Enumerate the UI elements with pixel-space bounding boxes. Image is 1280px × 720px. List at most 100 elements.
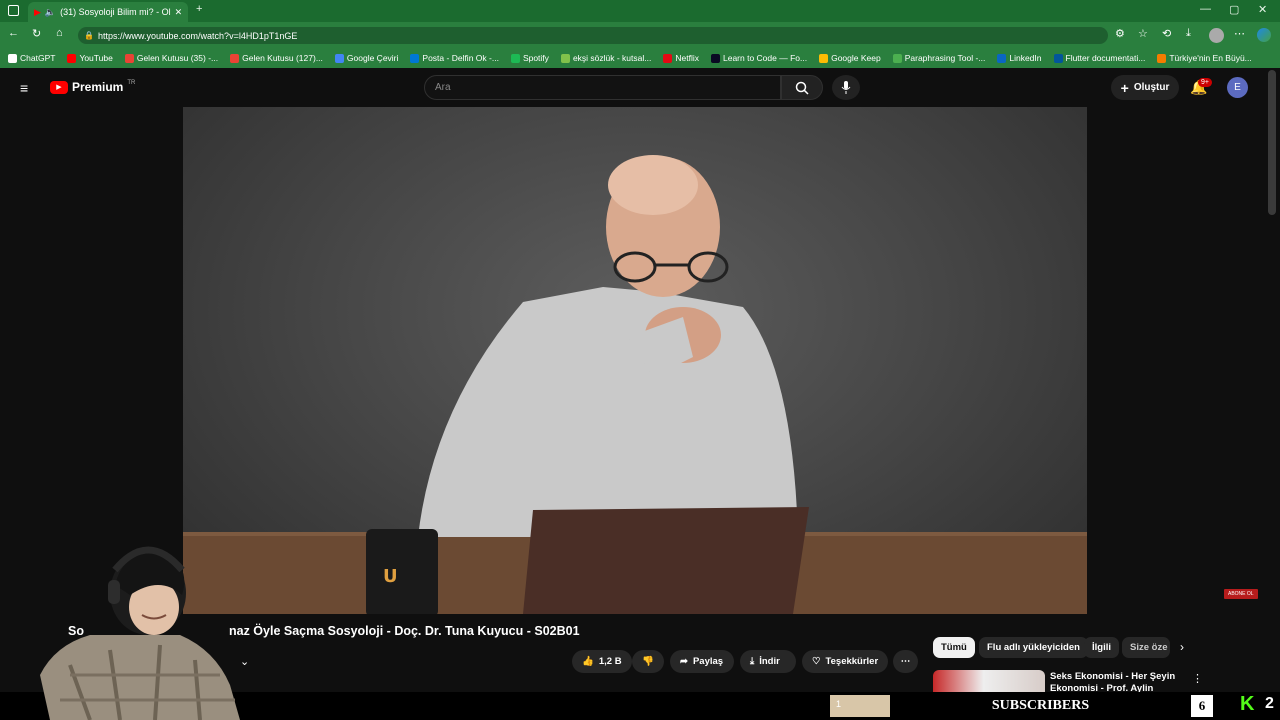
site-info-icon[interactable]: 🔒 <box>84 31 94 40</box>
favorites-icon[interactable]: ☆ <box>1138 27 1148 40</box>
bookmark-item[interactable]: Netflix <box>663 53 699 63</box>
bookmark-item[interactable]: Google Keep <box>819 53 881 63</box>
downloads-icon[interactable]: ⤓ <box>1186 27 1191 40</box>
bookmark-item[interactable]: ekşi sözlük - kutsal... <box>560 53 652 63</box>
like-button[interactable]: 👍 1,2 B <box>572 650 632 673</box>
bookmark-label: Posta - Delfin Ok -... <box>422 53 499 63</box>
recommended-menu-icon[interactable]: ⋮ <box>1192 672 1203 685</box>
back-icon[interactable]: ← <box>8 27 19 39</box>
url-text: https://www.youtube.com/watch?v=l4HD1pT1… <box>98 30 298 41</box>
chip-from-uploader[interactable]: Flu adlı yükleyiciden <box>979 637 1088 658</box>
kick-count: 2 <box>1265 695 1274 712</box>
profile-icon[interactable] <box>1209 28 1224 43</box>
share-button[interactable]: ➦ Paylaş <box>670 650 734 673</box>
bookmark-favicon-icon <box>410 53 420 63</box>
tab-title: (31) Sosyoloji Bilim mi? - Ol <box>60 7 171 17</box>
download-icon: ⤓ <box>750 656 755 667</box>
hamburger-menu-icon[interactable]: ≡ <box>20 80 28 96</box>
bookmark-item[interactable]: YouTube <box>67 53 113 63</box>
bookmark-item[interactable]: Google Çeviri <box>334 53 398 63</box>
chip-related[interactable]: İlgili <box>1084 637 1119 658</box>
bookmark-label: Learn to Code — Fo... <box>722 53 808 63</box>
chip-for-you[interactable]: Size öze <box>1122 637 1170 658</box>
more-menu-icon[interactable]: ⋯ <box>1234 27 1245 40</box>
new-tab-icon[interactable]: + <box>196 3 202 15</box>
heart-dollar-icon: ♡ <box>812 656 821 667</box>
bookmark-label: Gelen Kutusu (35) -... <box>136 53 219 63</box>
more-horizontal-icon: ⋯ <box>900 656 911 667</box>
bookmark-favicon-icon <box>1053 53 1063 63</box>
create-label: Oluştur <box>1133 82 1170 93</box>
bookmark-favicon-icon <box>334 53 344 63</box>
bookmark-favicon-icon <box>1157 53 1167 63</box>
microphone-icon <box>841 81 851 94</box>
recommended-thumbnail[interactable] <box>933 670 1045 692</box>
bookmark-label: Paraphrasing Tool -... <box>904 53 986 63</box>
share-label: Paylaş <box>692 656 724 667</box>
bookmark-item[interactable]: Posta - Delfin Ok -... <box>410 53 499 63</box>
tab-actions-icon[interactable] <box>8 5 19 16</box>
bookmark-item[interactable]: Türkiye'nin En Büyü... <box>1157 53 1252 63</box>
download-label: İndir <box>759 656 780 667</box>
bookmark-item[interactable]: Gelen Kutusu (35) -... <box>124 53 219 63</box>
thanks-label: Teşekkürler <box>825 656 879 667</box>
bookmark-item[interactable]: Learn to Code — Fo... <box>710 53 808 63</box>
bookmark-item[interactable]: Paraphrasing Tool -... <box>892 53 986 63</box>
bookmark-label: Gelen Kutusu (127)... <box>242 53 323 63</box>
kick-logo-icon: K <box>1240 693 1255 715</box>
bookmark-item[interactable]: Gelen Kutusu (127)... <box>230 53 323 63</box>
bookmark-favicon-icon <box>560 53 570 63</box>
subscribers-label: SUBSCRIBERS <box>890 695 1191 717</box>
plus-icon: + <box>1120 79 1129 96</box>
youtube-play-icon: ▶ <box>50 80 68 94</box>
search-button[interactable] <box>781 75 823 100</box>
subscriber-count: 6 <box>1191 695 1213 717</box>
bookmark-item[interactable]: Spotify <box>510 53 549 63</box>
bookmark-label: ChatGPT <box>20 53 56 63</box>
page-scrollbar[interactable] <box>1268 70 1276 215</box>
bookmark-favicon-icon <box>230 53 240 63</box>
thumbs-up-icon: 👍 <box>582 656 594 667</box>
region-label: TR <box>127 80 136 86</box>
bookmark-favicon-icon <box>8 53 17 63</box>
tab-close-icon[interactable]: ✕ <box>175 7 188 18</box>
window-close-icon[interactable]: ✕ <box>1258 3 1267 16</box>
chip-all[interactable]: Tümü <box>933 637 975 658</box>
download-button[interactable]: ⤓ İndir <box>740 650 796 673</box>
like-count: 1,2 B <box>598 656 622 667</box>
home-icon[interactable]: ⌂ <box>56 27 63 39</box>
search-input[interactable]: Ara <box>424 75 781 100</box>
bookmark-favicon-icon <box>997 53 1007 63</box>
more-actions-button[interactable]: ⋯ <box>893 650 918 673</box>
webcam-overlay <box>40 546 240 720</box>
video-frame <box>183 107 1087 614</box>
minimize-icon[interactable]: — <box>1200 3 1211 15</box>
notification-badge: 9+ <box>1198 78 1212 87</box>
bookmark-item[interactable]: ChatGPT <box>8 53 55 63</box>
youtube-logo[interactable]: ▶ Premium TR <box>50 80 135 94</box>
thanks-button[interactable]: ♡ Teşekkürler <box>802 650 888 673</box>
bookmark-label: YouTube <box>79 53 113 63</box>
extensions-icon[interactable]: ⚙ <box>1115 27 1125 40</box>
subscribe-overlay-tag[interactable]: ABONE OL <box>1224 589 1258 599</box>
bookmark-item[interactable]: Flutter documentati... <box>1053 53 1145 63</box>
url-field[interactable]: 🔒 https://www.youtube.com/watch?v=l4HD1p… <box>78 27 1108 44</box>
history-icon[interactable]: ⟲ <box>1162 27 1171 40</box>
thumbs-down-icon: 👎 <box>642 656 654 667</box>
bookmark-label: LinkedIn <box>1009 53 1042 63</box>
bookmark-item[interactable]: LinkedIn <box>997 53 1042 63</box>
maximize-icon[interactable]: ▢ <box>1229 3 1239 16</box>
reload-icon[interactable]: ↻ <box>32 27 41 40</box>
voice-search-button[interactable] <box>832 75 860 100</box>
bookmark-label: ekşi sözlük - kutsal... <box>572 53 652 63</box>
account-avatar[interactable]: E <box>1227 77 1248 98</box>
video-player[interactable]: U <box>183 107 1087 614</box>
subscriber-counter: 1 SUBSCRIBERS 6 <box>829 694 1214 718</box>
browser-tab[interactable]: ▶ 🔈 (31) Sosyoloji Bilim mi? - Ol ✕ <box>28 2 188 22</box>
recommended-title[interactable]: Seks Ekonomisi - Her Şeyin Ekonomisi - P… <box>1050 671 1180 693</box>
dislike-button[interactable]: 👎 <box>632 650 664 673</box>
chevron-right-icon[interactable]: › <box>1180 640 1184 654</box>
create-button[interactable]: + Oluştur <box>1111 75 1179 100</box>
logo-text: Premium <box>72 80 124 94</box>
copilot-icon[interactable] <box>1257 28 1271 42</box>
